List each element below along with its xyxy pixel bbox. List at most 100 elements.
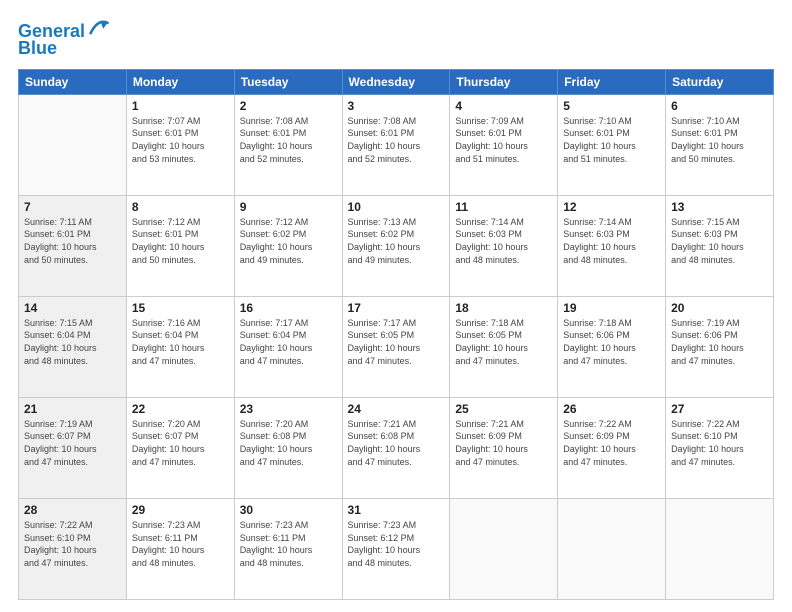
calendar-cell [666, 498, 774, 599]
calendar-cell: 26 Sunrise: 7:22 AM Sunset: 6:09 PM Dayli… [558, 397, 666, 498]
calendar-cell: 8 Sunrise: 7:12 AM Sunset: 6:01 PM Daylig… [126, 195, 234, 296]
calendar-cell: 17 Sunrise: 7:17 AM Sunset: 6:05 PM Dayli… [342, 296, 450, 397]
day-number: 7 [24, 200, 121, 214]
day-number: 6 [671, 99, 768, 113]
day-info: Sunrise: 7:22 AM Sunset: 6:10 PM Dayligh… [671, 418, 768, 468]
day-number: 3 [348, 99, 445, 113]
day-info: Sunrise: 7:22 AM Sunset: 6:10 PM Dayligh… [24, 519, 121, 569]
page: General Blue SundayMondayTuesdayWednesda… [0, 0, 792, 612]
calendar-cell: 31 Sunrise: 7:23 AM Sunset: 6:12 PM Dayli… [342, 498, 450, 599]
day-info: Sunrise: 7:23 AM Sunset: 6:11 PM Dayligh… [240, 519, 337, 569]
day-info: Sunrise: 7:09 AM Sunset: 6:01 PM Dayligh… [455, 115, 552, 165]
calendar-day-header: Sunday [19, 69, 127, 94]
day-number: 24 [348, 402, 445, 416]
calendar-cell [19, 94, 127, 195]
day-info: Sunrise: 7:18 AM Sunset: 6:06 PM Dayligh… [563, 317, 660, 367]
day-info: Sunrise: 7:22 AM Sunset: 6:09 PM Dayligh… [563, 418, 660, 468]
day-info: Sunrise: 7:20 AM Sunset: 6:07 PM Dayligh… [132, 418, 229, 468]
day-info: Sunrise: 7:12 AM Sunset: 6:01 PM Dayligh… [132, 216, 229, 266]
calendar-header-row: SundayMondayTuesdayWednesdayThursdayFrid… [19, 69, 774, 94]
day-info: Sunrise: 7:08 AM Sunset: 6:01 PM Dayligh… [240, 115, 337, 165]
calendar-cell: 5Sunrise: 7:10 AM Sunset: 6:01 PM Daylig… [558, 94, 666, 195]
day-number: 23 [240, 402, 337, 416]
day-number: 12 [563, 200, 660, 214]
logo-icon [87, 17, 109, 39]
day-info: Sunrise: 7:08 AM Sunset: 6:01 PM Dayligh… [348, 115, 445, 165]
day-info: Sunrise: 7:13 AM Sunset: 6:02 PM Dayligh… [348, 216, 445, 266]
day-number: 11 [455, 200, 552, 214]
calendar-cell: 28 Sunrise: 7:22 AM Sunset: 6:10 PM Dayli… [19, 498, 127, 599]
calendar-cell: 2Sunrise: 7:08 AM Sunset: 6:01 PM Daylig… [234, 94, 342, 195]
calendar-week-row: 21 Sunrise: 7:19 AM Sunset: 6:07 PM Dayli… [19, 397, 774, 498]
day-info: Sunrise: 7:23 AM Sunset: 6:12 PM Dayligh… [348, 519, 445, 569]
day-info: Sunrise: 7:19 AM Sunset: 6:07 PM Dayligh… [24, 418, 121, 468]
calendar-cell: 24Sunrise: 7:21 AM Sunset: 6:08 PM Dayli… [342, 397, 450, 498]
header: General Blue [18, 18, 774, 59]
calendar-cell: 22 Sunrise: 7:20 AM Sunset: 6:07 PM Dayli… [126, 397, 234, 498]
day-number: 8 [132, 200, 229, 214]
day-number: 9 [240, 200, 337, 214]
day-number: 29 [132, 503, 229, 517]
day-number: 22 [132, 402, 229, 416]
calendar-cell: 3 Sunrise: 7:08 AM Sunset: 6:01 PM Daylig… [342, 94, 450, 195]
calendar-cell: 21 Sunrise: 7:19 AM Sunset: 6:07 PM Dayli… [19, 397, 127, 498]
calendar-cell: 16 Sunrise: 7:17 AM Sunset: 6:04 PM Dayli… [234, 296, 342, 397]
day-number: 13 [671, 200, 768, 214]
calendar-cell [558, 498, 666, 599]
calendar-cell: 25 Sunrise: 7:21 AM Sunset: 6:09 PM Dayli… [450, 397, 558, 498]
day-number: 4 [455, 99, 552, 113]
calendar-week-row: 1Sunrise: 7:07 AM Sunset: 6:01 PM Daylig… [19, 94, 774, 195]
day-info: Sunrise: 7:17 AM Sunset: 6:05 PM Dayligh… [348, 317, 445, 367]
day-info: Sunrise: 7:11 AM Sunset: 6:01 PM Dayligh… [24, 216, 121, 266]
calendar-day-header: Monday [126, 69, 234, 94]
day-info: Sunrise: 7:20 AM Sunset: 6:08 PM Dayligh… [240, 418, 337, 468]
day-number: 14 [24, 301, 121, 315]
calendar-cell: 4 Sunrise: 7:09 AM Sunset: 6:01 PM Daylig… [450, 94, 558, 195]
day-number: 26 [563, 402, 660, 416]
calendar-cell: 27 Sunrise: 7:22 AM Sunset: 6:10 PM Dayli… [666, 397, 774, 498]
day-number: 19 [563, 301, 660, 315]
day-number: 21 [24, 402, 121, 416]
day-number: 15 [132, 301, 229, 315]
calendar-week-row: 28 Sunrise: 7:22 AM Sunset: 6:10 PM Dayli… [19, 498, 774, 599]
calendar-table: SundayMondayTuesdayWednesdayThursdayFrid… [18, 69, 774, 600]
day-info: Sunrise: 7:21 AM Sunset: 6:09 PM Dayligh… [455, 418, 552, 468]
calendar-day-header: Saturday [666, 69, 774, 94]
day-number: 18 [455, 301, 552, 315]
day-info: Sunrise: 7:17 AM Sunset: 6:04 PM Dayligh… [240, 317, 337, 367]
calendar-cell: 13Sunrise: 7:15 AM Sunset: 6:03 PM Dayli… [666, 195, 774, 296]
calendar-week-row: 14Sunrise: 7:15 AM Sunset: 6:04 PM Dayli… [19, 296, 774, 397]
calendar-cell: 29Sunrise: 7:23 AM Sunset: 6:11 PM Dayli… [126, 498, 234, 599]
day-number: 17 [348, 301, 445, 315]
day-number: 25 [455, 402, 552, 416]
calendar-day-header: Friday [558, 69, 666, 94]
calendar-cell: 11 Sunrise: 7:14 AM Sunset: 6:03 PM Dayli… [450, 195, 558, 296]
day-number: 28 [24, 503, 121, 517]
day-info: Sunrise: 7:19 AM Sunset: 6:06 PM Dayligh… [671, 317, 768, 367]
day-info: Sunrise: 7:12 AM Sunset: 6:02 PM Dayligh… [240, 216, 337, 266]
calendar-day-header: Wednesday [342, 69, 450, 94]
day-info: Sunrise: 7:07 AM Sunset: 6:01 PM Dayligh… [132, 115, 229, 165]
day-info: Sunrise: 7:10 AM Sunset: 6:01 PM Dayligh… [563, 115, 660, 165]
day-number: 31 [348, 503, 445, 517]
day-info: Sunrise: 7:14 AM Sunset: 6:03 PM Dayligh… [563, 216, 660, 266]
calendar-cell: 12 Sunrise: 7:14 AM Sunset: 6:03 PM Dayli… [558, 195, 666, 296]
day-number: 10 [348, 200, 445, 214]
day-number: 20 [671, 301, 768, 315]
day-number: 27 [671, 402, 768, 416]
calendar-cell: 14Sunrise: 7:15 AM Sunset: 6:04 PM Dayli… [19, 296, 127, 397]
day-info: Sunrise: 7:14 AM Sunset: 6:03 PM Dayligh… [455, 216, 552, 266]
calendar-cell: 1Sunrise: 7:07 AM Sunset: 6:01 PM Daylig… [126, 94, 234, 195]
calendar-cell [450, 498, 558, 599]
calendar-cell: 19 Sunrise: 7:18 AM Sunset: 6:06 PM Dayli… [558, 296, 666, 397]
calendar-cell: 23 Sunrise: 7:20 AM Sunset: 6:08 PM Dayli… [234, 397, 342, 498]
day-info: Sunrise: 7:18 AM Sunset: 6:05 PM Dayligh… [455, 317, 552, 367]
calendar-day-header: Thursday [450, 69, 558, 94]
calendar-cell: 18 Sunrise: 7:18 AM Sunset: 6:05 PM Dayli… [450, 296, 558, 397]
day-number: 16 [240, 301, 337, 315]
calendar-cell: 30Sunrise: 7:23 AM Sunset: 6:11 PM Dayli… [234, 498, 342, 599]
logo: General Blue [18, 22, 109, 59]
calendar-cell: 10 Sunrise: 7:13 AM Sunset: 6:02 PM Dayli… [342, 195, 450, 296]
calendar-day-header: Tuesday [234, 69, 342, 94]
day-info: Sunrise: 7:16 AM Sunset: 6:04 PM Dayligh… [132, 317, 229, 367]
